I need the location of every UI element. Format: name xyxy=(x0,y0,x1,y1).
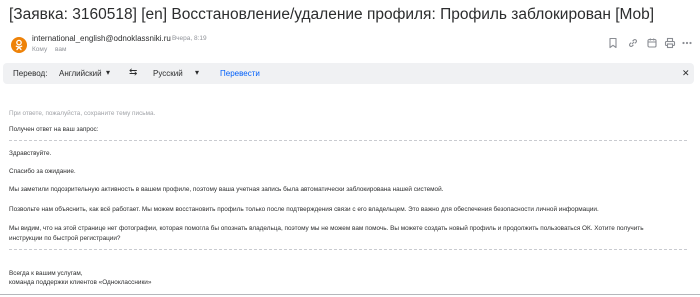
link-icon[interactable] xyxy=(627,37,639,49)
email-toolbar xyxy=(607,37,692,49)
signature-line-1: Всегда к вашим услугам, xyxy=(9,270,83,277)
ok-logo-icon xyxy=(15,39,23,51)
divider xyxy=(9,249,687,250)
chevron-down-icon[interactable]: ▾ xyxy=(195,68,199,77)
translate-button[interactable]: Перевести xyxy=(220,69,260,78)
reply-hint: При ответе, пожалуйста, сохраните тему п… xyxy=(9,110,156,117)
more-icon[interactable] xyxy=(681,37,693,49)
paragraph-3-line-2: инструкции по быстрой регистрации? xyxy=(9,235,121,242)
bookmark-icon[interactable] xyxy=(607,37,619,49)
signature-line-2: команда поддержки клиентов «Одноклассник… xyxy=(9,279,152,286)
calendar-icon[interactable] xyxy=(646,37,658,49)
thanks-line: Спасибо за ожидание. xyxy=(9,168,76,175)
target-language-select[interactable]: Русский xyxy=(153,69,183,78)
source-language-select[interactable]: Английский xyxy=(59,69,102,78)
bottom-divider xyxy=(0,294,700,295)
received-line: Получен ответ на ваш запрос: xyxy=(9,126,99,133)
translate-bar: Перевод: Английский ▾ ⇆ Русский ▾ Переве… xyxy=(3,63,694,84)
close-icon[interactable]: ✕ xyxy=(682,68,690,79)
greeting: Здравствуйте. xyxy=(9,150,52,157)
print-icon[interactable] xyxy=(664,37,676,49)
swap-languages-icon[interactable]: ⇆ xyxy=(129,67,137,78)
paragraph-2: Позвольте нам объяснить, как всё работае… xyxy=(9,206,599,213)
divider xyxy=(9,140,687,141)
chevron-down-icon[interactable]: ▾ xyxy=(106,68,110,77)
to-label: Кому xyxy=(32,46,48,53)
email-date: Вчера, 8:19 xyxy=(172,35,207,42)
to-value[interactable]: вам xyxy=(55,46,66,53)
translate-label: Перевод: xyxy=(13,69,48,78)
sender-email[interactable]: international_english@odnoklassniki.ru xyxy=(32,34,171,43)
paragraph-3-line-1: Мы видим, что на этой странице нет фотог… xyxy=(9,225,644,232)
sender-avatar[interactable] xyxy=(11,37,27,53)
paragraph-1: Мы заметили подозрительную активность в … xyxy=(9,186,444,193)
email-subject: [Заявка: 3160518] [en] Восстановление/уд… xyxy=(9,6,655,23)
recipient-row: Кому вам xyxy=(32,46,66,53)
